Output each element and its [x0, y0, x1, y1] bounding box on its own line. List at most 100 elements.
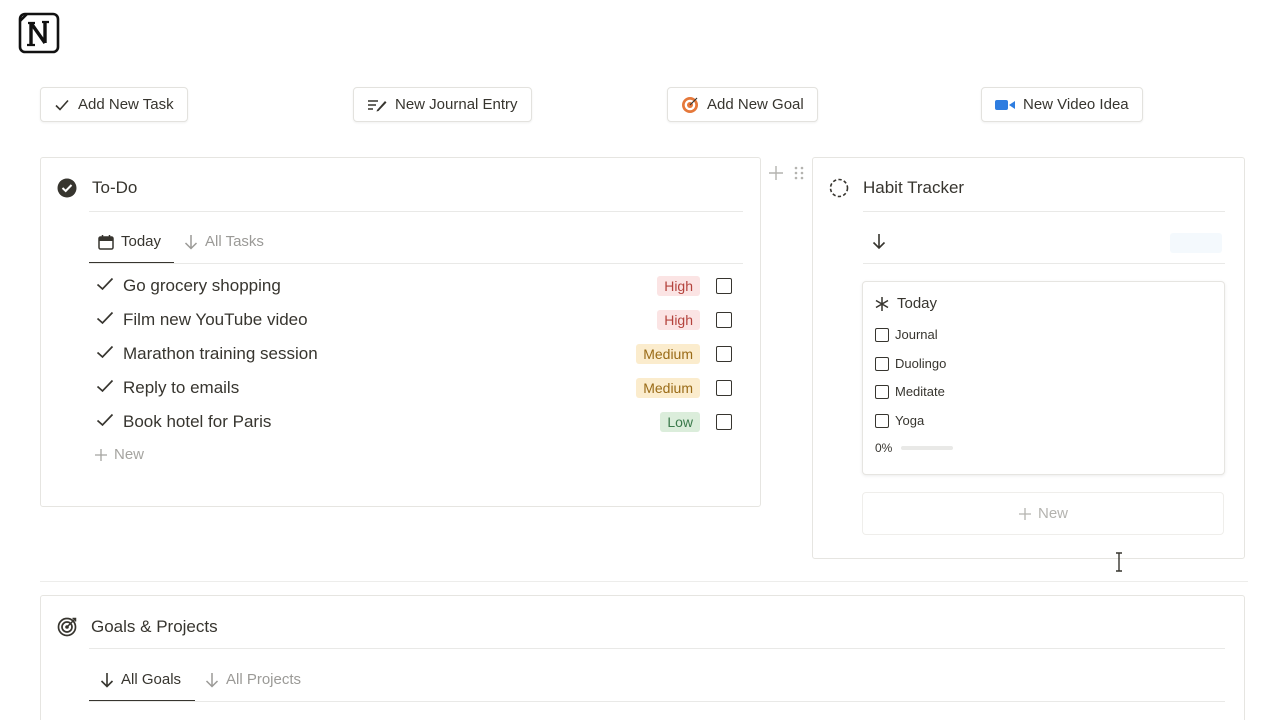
task-name[interactable]: Book hotel for Paris: [123, 412, 660, 432]
habit-today-title: Today: [897, 295, 938, 312]
habit-new-button[interactable]: New: [862, 492, 1224, 535]
habit-new-label: New: [1037, 505, 1068, 522]
task-checkbox[interactable]: [716, 278, 732, 294]
arrow-down-icon: [100, 672, 114, 688]
new-journal-entry-label: New Journal Entry: [395, 96, 518, 113]
habit-progress-bar: [901, 446, 954, 450]
tab-all-tasks[interactable]: All Tasks: [184, 233, 264, 250]
target-icon: [57, 617, 77, 637]
habit-item-label: Duolingo: [895, 356, 947, 371]
todo-title: To-Do: [92, 178, 138, 197]
checkmark-icon: [96, 344, 116, 365]
task-name[interactable]: Marathon training session: [123, 344, 636, 364]
habit-progress-label: 0%: [875, 441, 893, 455]
tab-all-tasks-label: All Tasks: [205, 233, 264, 250]
text-cursor: [1114, 552, 1124, 577]
task-name[interactable]: Go grocery shopping: [123, 276, 657, 296]
new-video-idea-button[interactable]: New Video Idea: [981, 87, 1143, 122]
habit-today-header: Today: [874, 295, 937, 312]
task-row[interactable]: Go grocery shopping High: [96, 271, 740, 301]
habit-item-label: Journal: [895, 327, 938, 342]
goals-projects-header: Goals & Projects: [57, 616, 218, 637]
dashed-circle-icon: [829, 178, 849, 198]
priority-badge: Medium: [636, 378, 700, 398]
tab-all-goals[interactable]: All Goals: [100, 671, 181, 688]
habit-checkbox[interactable]: [875, 356, 889, 371]
task-checkbox[interactable]: [716, 414, 732, 430]
task-name[interactable]: Film new YouTube video: [123, 310, 657, 330]
new-video-idea-label: New Video Idea: [1023, 96, 1129, 113]
checkmark-icon: [96, 310, 116, 331]
habit-today-card[interactable]: Today Journal Duolingo Meditate Yoga 0%: [862, 281, 1225, 475]
checkmark-circle-icon: [57, 178, 77, 198]
section-divider: [40, 581, 1248, 582]
task-row[interactable]: Film new YouTube video High: [96, 305, 740, 335]
habit-tracker-title: Habit Tracker: [863, 178, 965, 197]
asterisk-icon: [875, 296, 889, 311]
tab-all-projects[interactable]: All Projects: [205, 671, 301, 688]
goals-projects-title: Goals & Projects: [91, 616, 218, 636]
goals-title-divider: [89, 648, 1225, 649]
task-row[interactable]: Book hotel for Paris Low: [96, 407, 740, 437]
tab-all-goals-label: All Goals: [121, 671, 182, 688]
habit-checkbox[interactable]: [875, 384, 889, 399]
drag-handle[interactable]: [793, 165, 805, 186]
habit-view-sort[interactable]: [872, 233, 886, 255]
habit-checkbox[interactable]: [875, 413, 889, 428]
task-name[interactable]: Reply to emails: [123, 378, 636, 398]
priority-badge: Medium: [636, 344, 700, 364]
habit-tracker-header: Habit Tracker: [829, 178, 964, 198]
priority-badge: High: [657, 276, 700, 296]
habit-title-divider: [863, 211, 1225, 212]
plus-icon: [95, 448, 107, 461]
tab-all-projects-label: All Projects: [226, 671, 302, 688]
task-checkbox[interactable]: [716, 380, 732, 396]
new-journal-entry-button[interactable]: New Journal Entry: [353, 87, 532, 122]
checkmark-icon: [55, 99, 69, 111]
ibeam-cursor-icon: [1116, 552, 1122, 572]
tab-today-label: Today: [121, 233, 162, 250]
add-new-task-button[interactable]: Add New Task: [40, 87, 188, 122]
todo-title-divider: [89, 211, 743, 212]
todo-tabs-divider: [89, 263, 743, 264]
checkmark-icon: [96, 412, 116, 433]
habit-item-label: Yoga: [895, 413, 925, 428]
goals-tabs-divider: [89, 701, 1225, 702]
task-checkbox[interactable]: [716, 346, 732, 362]
habit-checkbox[interactable]: [875, 327, 889, 342]
priority-badge: Low: [660, 412, 700, 432]
habit-view-divider: [863, 263, 1225, 264]
priority-badge: High: [657, 310, 700, 330]
arrow-down-icon: [872, 234, 886, 250]
video-camera-icon: [995, 99, 1015, 110]
calendar-icon: [98, 234, 114, 250]
task-row[interactable]: Marathon training session Medium: [96, 339, 740, 369]
drag-dots-icon: [794, 166, 804, 180]
habit-item-meditate[interactable]: Meditate: [875, 384, 945, 399]
arrow-down-icon: [184, 234, 198, 250]
task-checkbox[interactable]: [716, 312, 732, 328]
task-row[interactable]: Reply to emails Medium: [96, 373, 740, 403]
checkmark-icon: [96, 378, 116, 399]
add-new-task-label: Add New Task: [78, 96, 174, 113]
habit-progress: 0%: [875, 441, 954, 455]
plus-icon: [769, 166, 783, 180]
habit-new-button-placeholder[interactable]: [1170, 233, 1222, 253]
checkmark-icon: [96, 276, 116, 297]
notion-logo: [18, 12, 60, 54]
habit-item-duolingo[interactable]: Duolingo: [875, 356, 946, 371]
habit-item-journal[interactable]: Journal: [875, 327, 938, 342]
arrow-down-icon: [205, 672, 219, 688]
journal-pen-icon: [368, 99, 387, 111]
plus-icon: [1018, 507, 1031, 520]
add-block-handle[interactable]: [768, 165, 784, 186]
add-new-goal-button[interactable]: Add New Goal: [667, 87, 818, 122]
todo-new-button[interactable]: New: [94, 446, 144, 463]
tab-today[interactable]: Today: [98, 233, 161, 250]
todo-header: To-Do: [57, 178, 137, 198]
habit-item-label: Meditate: [895, 384, 945, 399]
todo-new-label: New: [114, 446, 145, 463]
target-icon: [682, 96, 698, 113]
habit-item-yoga[interactable]: Yoga: [875, 413, 924, 428]
add-new-goal-label: Add New Goal: [707, 96, 804, 113]
